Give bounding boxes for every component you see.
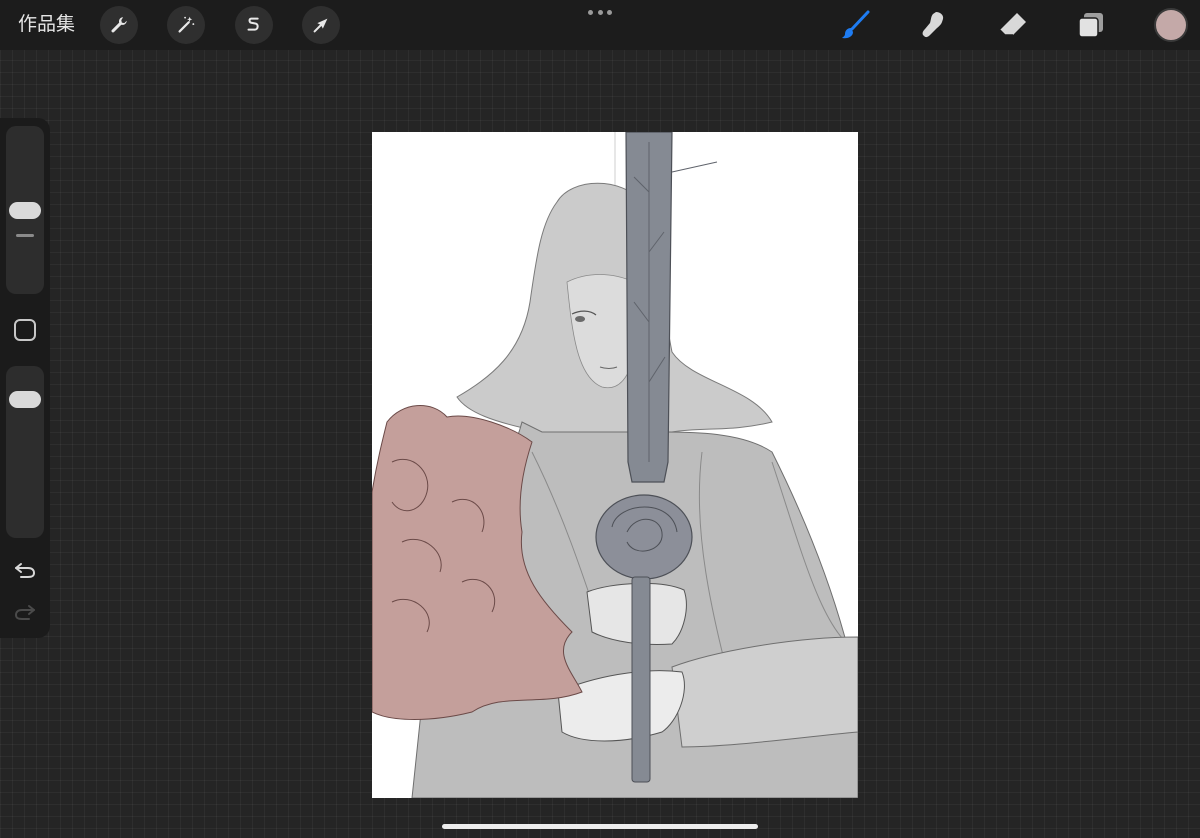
brush-size-slider[interactable]	[6, 126, 44, 294]
dot-icon	[597, 9, 603, 15]
layers-icon	[1078, 13, 1103, 38]
selection-button[interactable]	[235, 6, 273, 44]
opacity-slider[interactable]	[6, 366, 44, 538]
wrench-icon	[111, 17, 127, 33]
modify-button[interactable]	[14, 319, 36, 341]
dot-icon	[588, 9, 593, 15]
left-sidebar	[0, 118, 50, 638]
drawing-canvas[interactable]	[372, 132, 858, 798]
redo-icon[interactable]	[13, 602, 37, 622]
selection-s-icon	[247, 17, 259, 31]
home-indicator	[442, 824, 758, 829]
brush-button[interactable]	[836, 6, 874, 44]
brush-icon	[842, 10, 870, 39]
dot-icon	[607, 9, 612, 15]
artwork-illustration	[372, 132, 858, 798]
more-options-button[interactable]	[588, 8, 612, 16]
brush-size-thumb[interactable]	[9, 201, 41, 219]
smudge-button[interactable]	[914, 6, 952, 44]
arrow-cursor-icon	[313, 18, 328, 33]
slider-tick	[16, 234, 34, 237]
eraser-button[interactable]	[994, 6, 1032, 44]
gallery-button[interactable]: 作品集	[18, 12, 75, 36]
eraser-icon	[999, 13, 1026, 36]
color-picker-button[interactable]	[1154, 8, 1188, 42]
opacity-thumb[interactable]	[9, 391, 41, 409]
adjustments-button[interactable]	[167, 6, 205, 44]
actions-button[interactable]	[100, 6, 138, 44]
undo-icon[interactable]	[13, 560, 37, 580]
transform-button[interactable]	[302, 6, 340, 44]
layers-button[interactable]	[1072, 6, 1110, 44]
magic-wand-icon	[178, 16, 195, 33]
smudge-icon	[922, 12, 944, 38]
top-toolbar: 作品集	[0, 0, 1200, 50]
